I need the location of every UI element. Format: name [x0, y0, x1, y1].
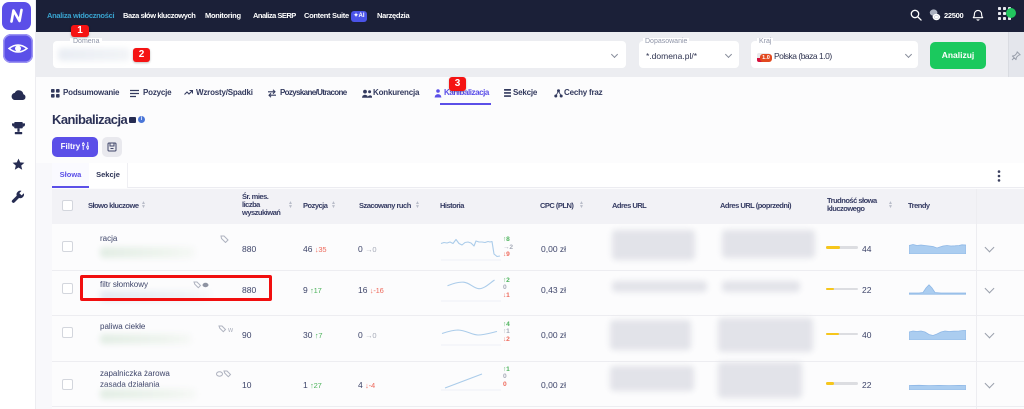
svg-text:w: w: [227, 327, 234, 333]
